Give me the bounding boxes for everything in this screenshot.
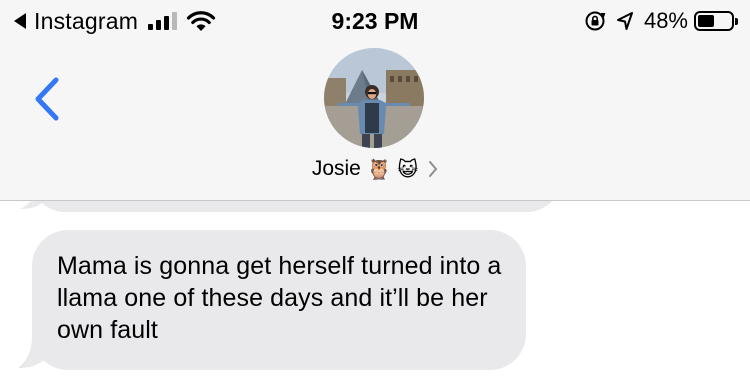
battery-percent: 48% (643, 8, 688, 33)
back-chevron-icon[interactable] (28, 74, 68, 124)
message-list[interactable]: Mama is gonna get herself turned into a … (0, 201, 750, 383)
contact-name: Josie (311, 157, 361, 180)
bubble-tail (18, 336, 50, 368)
contact-info-button[interactable]: Josie 🦉 😺 (0, 152, 750, 186)
status-bar: Instagram 9:23 PM 48% (0, 0, 750, 44)
location-arrow-icon (616, 12, 633, 30)
conversation-header: Josie 🦉 😺 (0, 44, 750, 201)
contact-avatar[interactable] (324, 48, 424, 148)
chevron-right-icon (429, 161, 438, 177)
battery-icon (694, 11, 738, 31)
message-text: Mama is gonna get herself turned into a … (57, 252, 502, 344)
contact-emoji: 🦉 😺 (366, 158, 419, 181)
message-bubble-incoming[interactable]: Mama is gonna get herself turned into a … (32, 230, 526, 370)
avatar-photo (324, 48, 424, 148)
rotation-lock-icon (585, 11, 606, 31)
bubble-tail (20, 201, 45, 209)
previous-message-bubble[interactable] (30, 201, 562, 212)
